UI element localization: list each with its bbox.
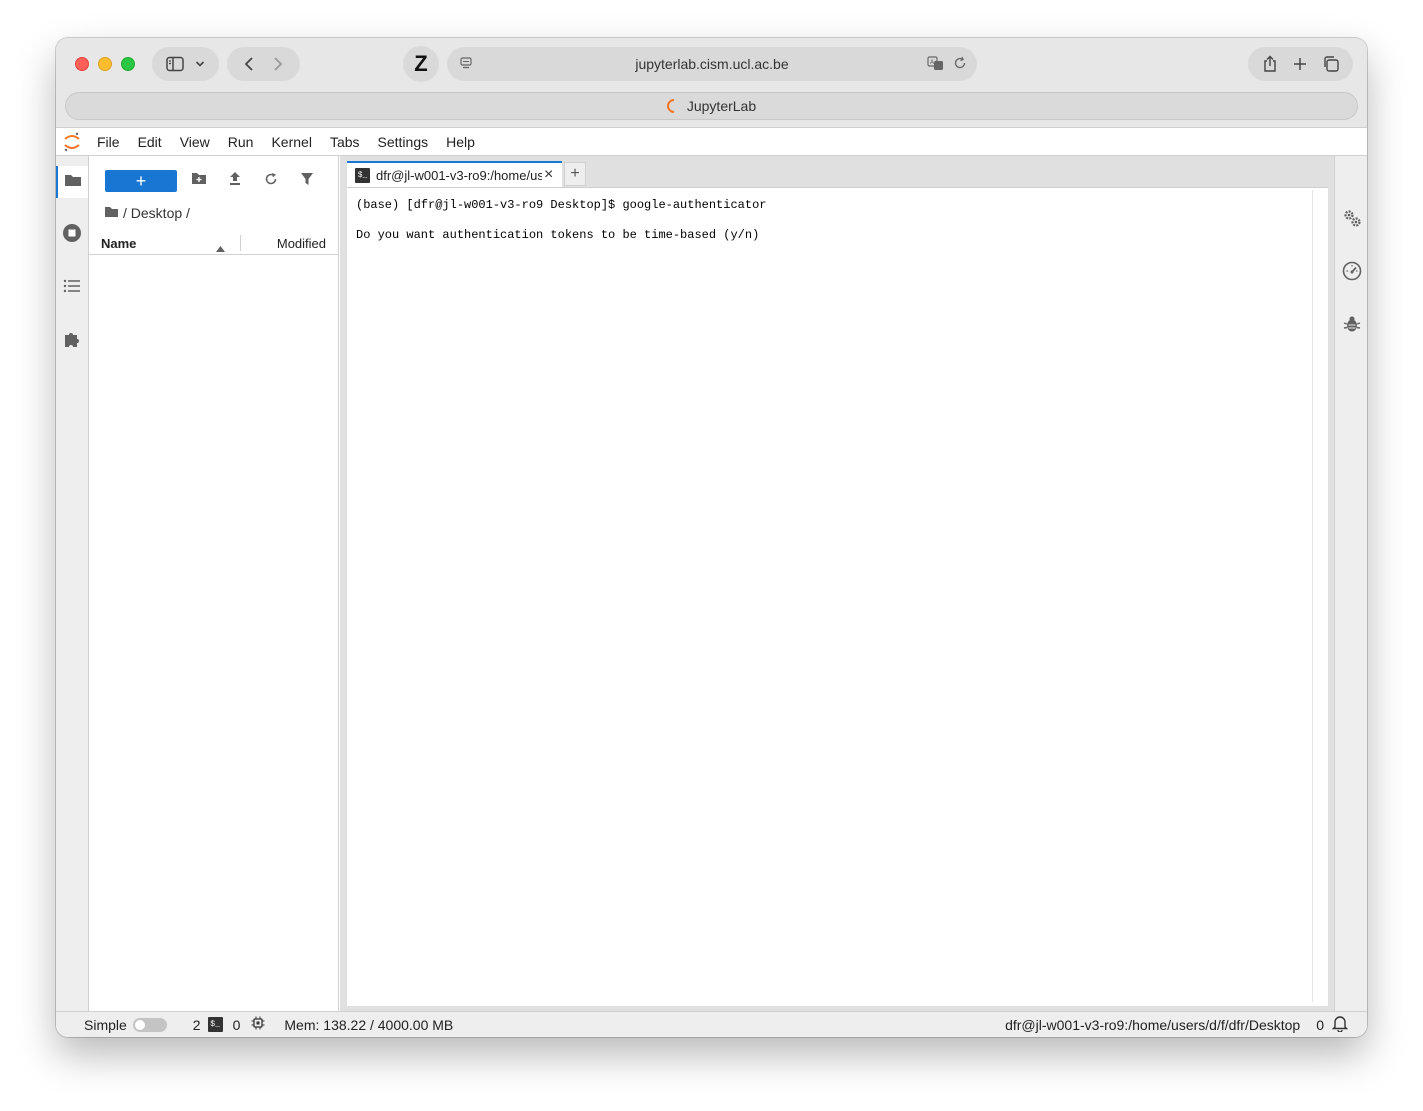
running-sessions-tab[interactable] — [56, 219, 88, 251]
breadcrumb-folder-icon[interactable] — [104, 205, 119, 221]
list-icon — [63, 279, 81, 298]
terminal-panel[interactable]: (base) [dfr@jl-w001-v3-ro9 Desktop]$ goo… — [347, 187, 1328, 1006]
terminal-tab[interactable]: $_ dfr@jl-w001-v3-ro9:/home/users/d/f/df… — [347, 161, 562, 187]
upload-button[interactable] — [225, 171, 245, 191]
running-counts[interactable]: 2 $_ 0 — [193, 1016, 266, 1033]
simple-mode-toggle[interactable] — [132, 1017, 167, 1032]
cpu-chip-icon — [251, 1016, 265, 1033]
modified-column-header[interactable]: Modified — [277, 236, 326, 251]
terminal-line: (base) [dfr@jl-w001-v3-ro9 Desktop]$ goo… — [356, 198, 767, 212]
chevron-down-icon[interactable] — [195, 60, 205, 68]
reload-icon[interactable] — [953, 56, 967, 70]
menu-edit[interactable]: Edit — [129, 134, 171, 150]
new-launcher-button[interactable]: + — [105, 170, 177, 192]
page-settings-icon[interactable] — [459, 56, 473, 70]
menu-settings[interactable]: Settings — [369, 134, 438, 150]
debugger-tab[interactable] — [1335, 310, 1367, 342]
terminal-scrollbar[interactable] — [1312, 190, 1324, 1002]
new-tab-plus-icon[interactable] — [1293, 57, 1307, 71]
close-tab-icon[interactable]: × — [544, 166, 553, 184]
add-tab-button[interactable]: + — [564, 162, 586, 186]
simple-mode-label: Simple — [84, 1016, 127, 1033]
sidebar-icon[interactable] — [166, 56, 184, 72]
right-sidebar — [1334, 156, 1367, 1011]
main-dock-area: $_ dfr@jl-w001-v3-ro9:/home/users/d/f/df… — [340, 156, 1334, 1011]
terminal-tab-label: dfr@jl-w001-v3-ro9:/home/users/d/f/dfr/D… — [376, 167, 542, 183]
breadcrumb-path[interactable]: / Desktop / — [123, 205, 190, 221]
browser-window: Z jupyterlab.cism.ucl.ac.be A JupyterLab… — [56, 38, 1367, 1037]
bug-icon — [1343, 315, 1361, 338]
name-column-header[interactable]: Name — [101, 236, 136, 251]
zoom-window-button[interactable] — [121, 57, 135, 71]
share-icon[interactable] — [1262, 55, 1278, 73]
stop-circle-icon — [62, 223, 82, 248]
property-inspector-tab[interactable] — [1335, 204, 1367, 236]
minimize-window-button[interactable] — [98, 57, 112, 71]
tab-overview-icon[interactable] — [1322, 55, 1340, 73]
terminal-count: 0 — [232, 1016, 241, 1033]
menu-tabs[interactable]: Tabs — [321, 134, 369, 150]
menu-help[interactable]: Help — [437, 134, 484, 150]
speedometer-icon — [1342, 261, 1362, 286]
browser-tab[interactable]: JupyterLab — [65, 92, 1358, 120]
loading-spinner-icon — [663, 96, 684, 116]
notification-count: 0 — [1316, 1016, 1324, 1033]
column-divider[interactable] — [240, 235, 241, 251]
file-listing-header: Name Modified — [89, 233, 338, 255]
file-browser-tab[interactable] — [56, 166, 88, 198]
kernel-count: 2 — [192, 1016, 201, 1033]
file-browser-panel: + / Desktop / Name Modified — [89, 156, 339, 1011]
terminal-line: Do you want authentication tokens to be … — [356, 228, 760, 242]
browser-chrome: Z jupyterlab.cism.ucl.ac.be A JupyterLab — [56, 38, 1367, 128]
menu-run[interactable]: Run — [219, 134, 263, 150]
simple-mode-group: Simple — [84, 1017, 167, 1033]
memory-usage: Mem: 138.22 / 4000.00 MB — [284, 1016, 454, 1033]
terminal-output[interactable]: (base) [dfr@jl-w001-v3-ro9 Desktop]$ goo… — [356, 198, 1319, 998]
sort-ascending-icon[interactable] — [216, 240, 225, 255]
menu-file[interactable]: File — [88, 134, 129, 150]
back-arrow-icon[interactable] — [243, 56, 255, 72]
close-window-button[interactable] — [75, 57, 89, 71]
menu-kernel[interactable]: Kernel — [262, 134, 320, 150]
table-of-contents-tab[interactable] — [56, 272, 88, 304]
menu-view[interactable]: View — [171, 134, 219, 150]
jupyter-logo-icon — [56, 132, 88, 152]
browser-tab-title: JupyterLab — [686, 98, 757, 114]
terminal-icon: $_ — [355, 167, 370, 183]
folder-icon — [64, 173, 82, 192]
terminal-status-icon: $_ — [207, 1017, 223, 1032]
new-folder-button[interactable] — [189, 171, 209, 191]
forward-arrow-icon[interactable] — [272, 56, 284, 72]
zotero-extension-button[interactable]: Z — [403, 46, 439, 82]
filter-button[interactable] — [297, 171, 317, 191]
navigation-group — [227, 47, 300, 81]
url-text: jupyterlab.cism.ucl.ac.be — [635, 56, 789, 72]
translate-icon[interactable]: A — [927, 55, 945, 71]
current-path: dfr@jl-w001-v3-ro9:/home/users/d/f/dfr/D… — [1005, 1016, 1301, 1033]
refresh-button[interactable] — [261, 171, 281, 191]
upload-icon — [228, 171, 242, 191]
browser-actions-group — [1248, 47, 1353, 81]
gears-icon — [1342, 208, 1362, 233]
puzzle-piece-icon — [63, 330, 81, 353]
menu-bar: File Edit View Run Kernel Tabs Settings … — [56, 128, 1367, 156]
resource-usage-tab[interactable] — [1335, 257, 1367, 289]
refresh-icon — [264, 172, 278, 191]
extension-manager-tab[interactable] — [56, 325, 88, 357]
filter-icon — [300, 172, 314, 191]
address-bar[interactable]: jupyterlab.cism.ucl.ac.be A — [447, 47, 977, 81]
new-folder-icon — [191, 172, 207, 190]
sidebar-toggle-group — [152, 47, 219, 81]
left-sidebar — [56, 156, 89, 1011]
status-bar: Simple 2 $_ 0 Mem: 138.22 / 4000.00 MB d… — [56, 1011, 1367, 1037]
file-browser-toolbar: + — [89, 156, 338, 204]
bell-icon[interactable] — [1331, 1014, 1349, 1035]
breadcrumb: / Desktop / — [104, 204, 190, 222]
